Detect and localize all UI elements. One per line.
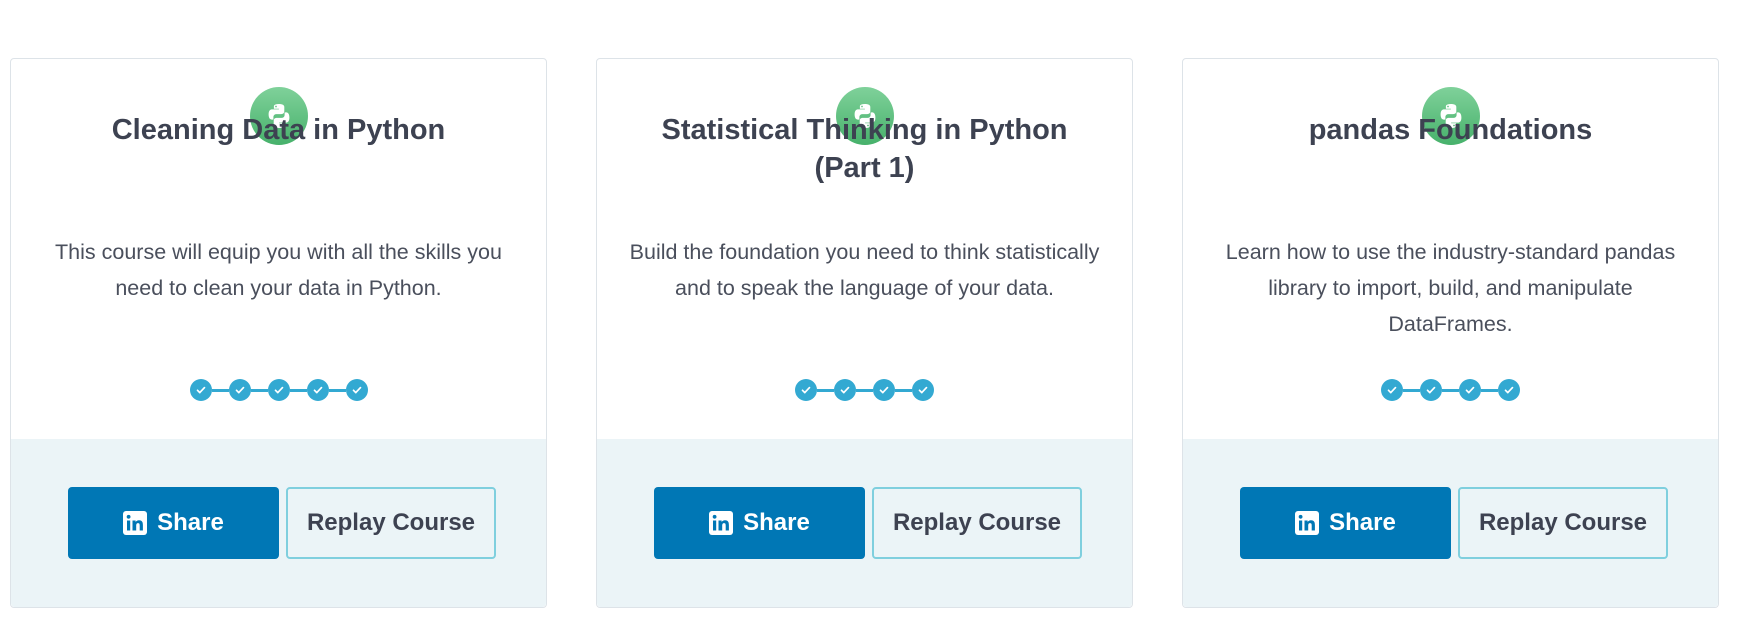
replay-course-button[interactable]: Replay Course: [1458, 487, 1668, 559]
share-label: Share: [157, 509, 224, 536]
check-icon: [1381, 379, 1403, 401]
chapter-progress: [11, 378, 546, 402]
card-body: Statistical Thinking in Python (Part 1) …: [597, 59, 1132, 439]
check-icon: [267, 379, 290, 401]
course-card: Cleaning Data in Python This course will…: [10, 58, 547, 608]
course-title: Cleaning Data in Python: [111, 114, 446, 146]
course-card: pandas Foundations Learn how to use the …: [1182, 58, 1719, 608]
progress-connector: [817, 388, 834, 392]
progress-connector: [1442, 388, 1459, 392]
chapter-progress: [1183, 378, 1718, 402]
progress-connector: [250, 388, 268, 392]
replay-label: Replay Course: [306, 509, 476, 536]
check-icon: [1459, 379, 1481, 401]
share-button[interactable]: Share: [1240, 487, 1451, 559]
progress-connector: [1481, 388, 1498, 392]
check-icon: [834, 379, 856, 401]
share-label: Share: [1329, 509, 1396, 536]
check-icon: [1420, 379, 1442, 401]
replay-label: Replay Course: [1478, 509, 1648, 536]
course-title: pandas Foundations: [1308, 114, 1593, 146]
check-icon: [345, 379, 368, 401]
linkedin-icon: [1295, 511, 1320, 535]
card-actions: Share Replay Course: [597, 439, 1132, 607]
check-icon: [1498, 379, 1520, 401]
check-icon: [912, 379, 934, 401]
progress-connector: [328, 388, 346, 392]
progress-connector: [1403, 388, 1420, 392]
card-body: Cleaning Data in Python This course will…: [11, 59, 546, 439]
check-icon: [189, 379, 212, 401]
check-icon: [228, 379, 251, 401]
card-body: pandas Foundations Learn how to use the …: [1183, 59, 1718, 439]
card-actions: Share Replay Course: [11, 439, 546, 607]
linkedin-icon: [123, 511, 148, 535]
progress-connector: [211, 388, 229, 392]
check-icon: [306, 379, 329, 401]
check-icon: [873, 379, 895, 401]
course-description: Learn how to use the industry-standard p…: [1225, 240, 1676, 336]
course-description: This course will equip you with all the …: [55, 240, 502, 300]
course-card: Statistical Thinking in Python (Part 1) …: [596, 58, 1133, 608]
replay-course-button[interactable]: Replay Course: [872, 487, 1082, 559]
linkedin-icon: [709, 511, 734, 535]
progress-connector: [895, 388, 912, 392]
chapter-progress: [597, 378, 1132, 402]
share-button[interactable]: Share: [654, 487, 865, 559]
share-button[interactable]: Share: [68, 487, 279, 559]
progress-connector: [856, 388, 873, 392]
share-label: Share: [743, 509, 810, 536]
replay-label: Replay Course: [892, 509, 1062, 536]
card-actions: Share Replay Course: [1183, 439, 1718, 607]
course-description: Build the foundation you need to think s…: [629, 240, 1100, 300]
progress-connector: [289, 388, 307, 392]
course-title: Statistical Thinking in Python (Part 1): [661, 114, 1068, 184]
replay-course-button[interactable]: Replay Course: [286, 487, 496, 559]
check-icon: [795, 379, 817, 401]
